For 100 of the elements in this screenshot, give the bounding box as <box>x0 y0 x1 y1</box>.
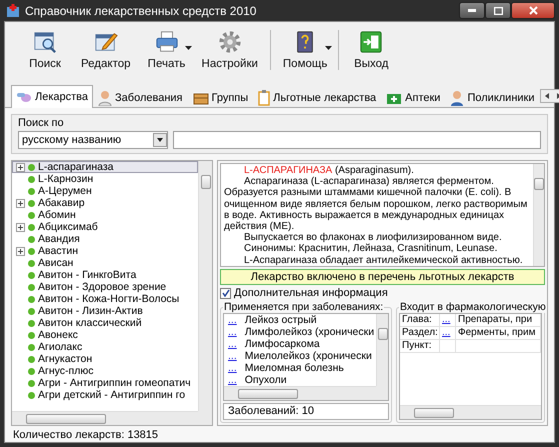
table-cell: Пункт: <box>400 340 440 353</box>
disease-name: Миеломная болезнь <box>244 362 344 374</box>
dot-icon <box>28 344 35 350</box>
drug-item[interactable]: Авандия <box>12 233 198 245</box>
dot-icon <box>28 224 35 230</box>
scrollbar-thumb[interactable] <box>26 414 106 424</box>
app-icon <box>6 4 20 18</box>
search-label: Поиск по <box>18 117 65 129</box>
scrollbar-thumb[interactable] <box>414 408 454 418</box>
tab[interactable]: Лекарства <box>11 85 94 108</box>
toolbar-button[interactable]: Помощь <box>274 28 336 72</box>
details-link[interactable]: ... <box>228 362 237 374</box>
dot-icon <box>28 188 35 194</box>
drug-item[interactable]: Агри детский - Антигриппин го <box>12 389 198 401</box>
drug-item[interactable]: Агнукастон <box>12 353 198 365</box>
drug-item[interactable]: Абомин <box>12 209 198 221</box>
toolbar-button[interactable]: Выход <box>343 28 400 72</box>
minimize-button[interactable] <box>459 2 485 19</box>
drug-item[interactable]: Ависан <box>12 257 198 269</box>
maximize-icon <box>494 6 502 14</box>
pills-icon <box>16 90 32 104</box>
details-link[interactable]: ... <box>228 350 237 362</box>
table-cell: Препараты, при <box>456 314 541 327</box>
close-button[interactable] <box>511 2 555 19</box>
toolbar-button[interactable]: Редактор <box>73 28 139 72</box>
drug-item[interactable]: Авитон - ГинкгоВита <box>12 269 198 281</box>
vertical-scrollbar[interactable] <box>376 314 388 386</box>
drug-item[interactable]: L-Карнозин <box>12 173 198 185</box>
dot-icon <box>28 356 35 362</box>
dot-icon <box>28 308 35 314</box>
drug-item[interactable]: Агнус-плюс <box>12 365 198 377</box>
expand-icon[interactable] <box>16 222 25 232</box>
vertical-scrollbar[interactable] <box>198 161 212 411</box>
scrollbar-thumb[interactable] <box>200 175 210 189</box>
toolbar-button[interactable]: Печать <box>138 28 195 72</box>
details-link[interactable]: ... <box>228 314 237 326</box>
dot-icon <box>28 320 35 326</box>
drug-item[interactable]: Авитон - Здоровое зрение <box>12 281 198 293</box>
drug-count: Количество лекарств: 13815 <box>12 428 160 441</box>
maximize-button[interactable] <box>485 2 511 19</box>
dot-icon <box>28 164 35 170</box>
details-link[interactable]: ... <box>228 326 237 338</box>
printer-icon <box>154 30 179 54</box>
dot-icon <box>28 212 35 218</box>
details-link[interactable]: ... <box>228 338 237 350</box>
tab[interactable]: Аптеки <box>381 87 446 107</box>
details-link[interactable]: ... <box>228 374 237 386</box>
toolbar-button[interactable]: Поиск <box>17 28 73 72</box>
expand-icon[interactable] <box>16 162 25 172</box>
drug-item[interactable]: Авитон - Кожа-Ногти-Волосы <box>12 293 198 305</box>
disease-name: Лимфосаркома <box>244 338 320 350</box>
horizontal-scrollbar[interactable] <box>12 411 198 425</box>
expand-icon[interactable] <box>16 246 25 256</box>
tab[interactable]: Группы <box>188 87 254 107</box>
details-link[interactable]: ... <box>442 314 450 325</box>
dot-icon <box>28 296 35 302</box>
exit-door-icon <box>359 30 384 54</box>
disease-name: Лейкоз острый <box>244 314 317 326</box>
horizontal-scrollbar[interactable] <box>400 405 541 419</box>
diseases-title: Применяется при заболеваниях: <box>223 301 384 313</box>
drug-item[interactable]: Авитон классический <box>12 317 198 329</box>
horizontal-scrollbar[interactable] <box>224 386 376 400</box>
search-field[interactable] <box>173 131 541 149</box>
tab[interactable]: Заболевания <box>93 87 188 107</box>
preferential-drug-banner: Лекарство включено в перечень льготных лекарств <box>220 269 545 285</box>
drug-item[interactable]: А-Церумен <box>12 185 198 197</box>
vertical-scrollbar[interactable] <box>533 164 544 266</box>
tab[interactable]: Поликлиники <box>445 87 540 107</box>
drug-item[interactable]: Агиолакс <box>12 341 198 353</box>
clipboard-icon <box>258 90 270 106</box>
drug-item[interactable]: L-аспарагиназа <box>12 161 198 173</box>
pencil-window-icon <box>94 30 118 54</box>
scrollbar-thumb[interactable] <box>378 328 388 340</box>
search-window-icon <box>33 30 57 54</box>
pharm-group-title: Входит в фармакологическую <box>399 301 547 313</box>
expand-icon[interactable] <box>16 198 25 208</box>
drug-item[interactable]: Авонекс <box>12 329 198 341</box>
dot-icon <box>28 260 35 266</box>
caret-icon[interactable] <box>184 46 192 50</box>
tab[interactable]: Льготные лекарства <box>253 87 382 107</box>
scrollbar-thumb[interactable] <box>238 388 298 398</box>
dot-icon <box>28 368 35 374</box>
dot-icon <box>28 332 35 338</box>
drug-item[interactable]: Авастин <box>12 245 198 257</box>
scrollbar-thumb[interactable] <box>534 178 544 190</box>
details-link[interactable]: ... <box>442 327 450 338</box>
disease-name: Лимфолейкоз (хронически <box>244 326 374 338</box>
table-cell: Глава: <box>400 314 440 327</box>
checkmark-icon <box>222 289 230 297</box>
caret-icon[interactable] <box>325 46 332 50</box>
dot-icon <box>28 272 35 278</box>
minimize-icon <box>468 9 476 12</box>
toolbar-button[interactable]: Настройки <box>194 28 266 72</box>
drug-item[interactable]: Авитон - Лизин-Актив <box>12 305 198 317</box>
search-mode-dropdown[interactable]: русскому названию <box>18 131 168 149</box>
window-title: Справочник лекарственных средств 2010 <box>25 4 258 18</box>
drug-item[interactable]: Абакавир <box>12 197 198 209</box>
drug-item[interactable]: Абциксимаб <box>12 221 198 233</box>
drug-item[interactable]: Агри - Антигриппин гомеопатич <box>12 377 198 389</box>
extra-info-checkbox[interactable]: Дополнительная информация <box>220 287 545 299</box>
